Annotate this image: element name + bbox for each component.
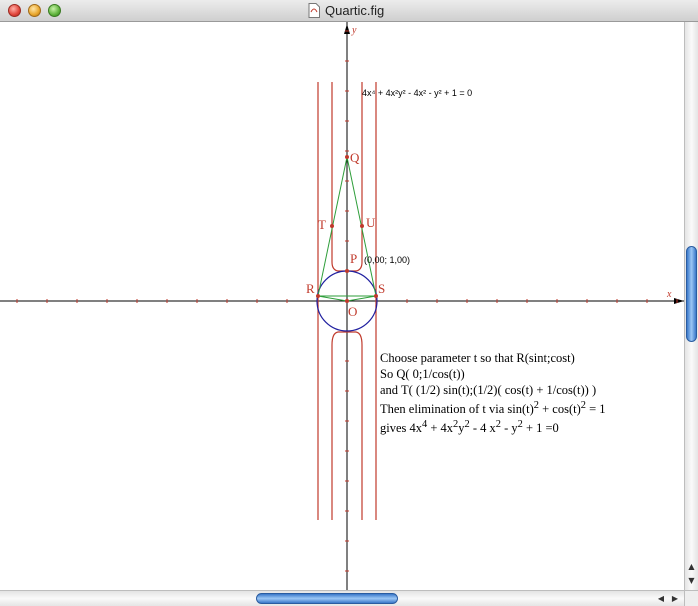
line-5-part: + 4x [427, 421, 454, 436]
document-icon [308, 3, 320, 18]
line-5-part: gives 4x [380, 421, 423, 436]
line-5-part: + 1 =0 [522, 421, 559, 436]
vertical-scrollbar[interactable]: ▲ ▼ [684, 22, 698, 590]
explanation-text: Choose parameter t so that R(sint;cost) … [380, 350, 606, 436]
explanation-line-4: Then elimination of t via sin(t)2 + cos(… [380, 398, 606, 417]
label-O: O [348, 304, 357, 319]
point-P[interactable] [345, 269, 349, 273]
horizontal-scrollbar[interactable]: ◀ ▶ [0, 590, 684, 606]
explanation-line-2: So Q( 0;1/cos(t)) [380, 367, 465, 381]
window-title: Quartic.fig [325, 3, 385, 18]
point-Q[interactable] [345, 155, 349, 159]
x-axis-label: x [666, 289, 672, 300]
y-axis-arrow [344, 24, 350, 34]
zoom-button[interactable] [48, 4, 61, 17]
line-O-R [317, 295, 348, 302]
scroll-down-arrow-icon[interactable]: ▼ [685, 574, 698, 587]
label-T: T [318, 217, 326, 232]
line-4-part: Then elimination of t via sin(t) [380, 402, 534, 417]
line-5-part: - y [500, 421, 518, 436]
label-R: R [306, 281, 315, 296]
line-4-part: + cos(t) [539, 402, 581, 417]
title-bar: Quartic.fig [0, 0, 698, 22]
label-U: U [366, 215, 376, 230]
equation-label: 4x⁴ + 4x²y² - 4x² - y² + 1 = 0 [362, 88, 472, 98]
y-axis-label: y [351, 25, 357, 36]
figure-svg: x y Q T U P R S O (0,00; 1,00) 4x⁴ + 4x²… [0, 22, 684, 590]
point-O[interactable] [345, 299, 349, 303]
explanation-line-5: gives 4x4 + 4x2y2 - 4 x2 - y2 + 1 =0 [380, 417, 606, 436]
resize-corner[interactable] [684, 590, 698, 606]
p-coordinates: (0,00; 1,00) [364, 255, 410, 265]
point-U[interactable] [360, 224, 364, 228]
line-O-S [346, 295, 377, 302]
point-T[interactable] [330, 224, 334, 228]
vertical-scroll-thumb[interactable] [686, 246, 697, 342]
line-4-part: = 1 [585, 402, 606, 417]
point-R[interactable] [316, 294, 320, 298]
scroll-left-arrow-icon[interactable]: ◀ [654, 592, 668, 605]
drawing-canvas[interactable]: x y Q T U P R S O (0,00; 1,00) 4x⁴ + 4x²… [0, 22, 684, 590]
horizontal-scroll-thumb[interactable] [256, 593, 398, 604]
explanation-line-3: and T( (1/2) sin(t);(1/2)( cos(t) + 1/co… [380, 383, 597, 397]
label-P: P [350, 251, 357, 266]
scroll-up-arrow-icon[interactable]: ▲ [685, 560, 698, 573]
x-axis-arrow [674, 298, 684, 304]
explanation-line-1: Choose parameter t so that R(sint;cost) [380, 351, 575, 365]
close-button[interactable] [8, 4, 21, 17]
label-Q: Q [350, 150, 360, 165]
scroll-right-arrow-icon[interactable]: ▶ [668, 592, 682, 605]
label-S: S [378, 281, 385, 296]
line-5-part: - 4 x [469, 421, 496, 436]
minimize-button[interactable] [28, 4, 41, 17]
